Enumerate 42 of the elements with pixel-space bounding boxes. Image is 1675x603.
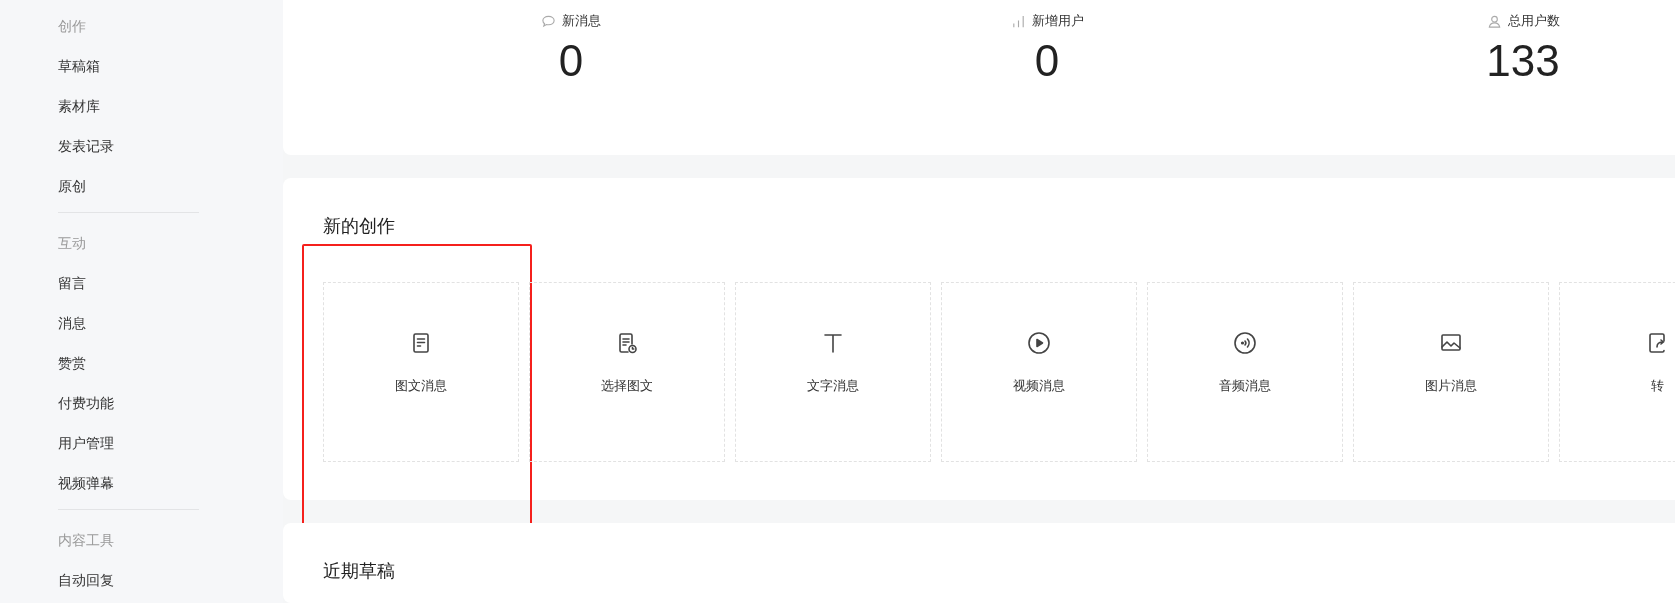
stat-value: 133 [1486,36,1560,86]
tile-label: 图文消息 [395,377,447,395]
create-tile[interactable]: 视频消息 [941,282,1137,462]
sidebar-item[interactable]: 用户管理 [58,433,283,473]
play-icon [1027,331,1051,355]
user-icon [1486,13,1502,29]
sidebar-item[interactable]: 草稿箱 [58,56,283,96]
bar-chart-icon [1010,13,1026,29]
create-tile[interactable]: 音频消息 [1147,282,1343,462]
sidebar-item[interactable]: 赞赏 [58,353,283,393]
stat-label: 新增用户 [1031,12,1084,30]
chat-icon [541,13,556,29]
sidebar-item[interactable]: 素材库 [58,96,283,136]
create-tile[interactable]: 文字消息 [735,282,931,462]
stat-label: 总用户数 [1507,12,1560,30]
sidebar-section-title: 互动 [58,234,87,253]
section-title: 新的创作 [323,214,396,238]
sidebar-item[interactable]: 付费功能 [58,393,283,433]
sidebar-item[interactable]: 留言 [58,273,283,313]
tile-label: 图片消息 [1425,377,1477,395]
sidebar-item[interactable]: 发表记录 [58,136,283,176]
create-tile[interactable]: 图片消息 [1353,282,1549,462]
tile-label: 音频消息 [1219,377,1271,395]
tile-label: 文字消息 [807,377,859,395]
sidebar-item[interactable]: 消息 [58,313,283,353]
stat-value: 0 [1034,36,1060,86]
audio-icon [1233,331,1257,355]
sidebar-item[interactable]: 自动回复 [58,570,283,603]
tile-label: 选择图文 [601,377,653,395]
stat-value: 0 [558,36,584,86]
create-tile[interactable]: 图文消息 [323,282,519,462]
text-icon [821,331,845,355]
sidebar-item[interactable]: 视频弹幕 [58,473,283,513]
sidebar-item[interactable]: 原创 [58,176,283,216]
tile-label: 转 [1650,377,1664,395]
section-title: 近期草稿 [323,559,396,583]
sidebar-section-title: 内容工具 [58,531,115,550]
create-tile[interactable]: 选择图文 [529,282,725,462]
create-tile[interactable]: 转 [1559,282,1675,462]
sidebar-section-title: 创作 [58,17,87,36]
stat-label: 新消息 [562,12,601,30]
tile-label: 视频消息 [1013,377,1065,395]
